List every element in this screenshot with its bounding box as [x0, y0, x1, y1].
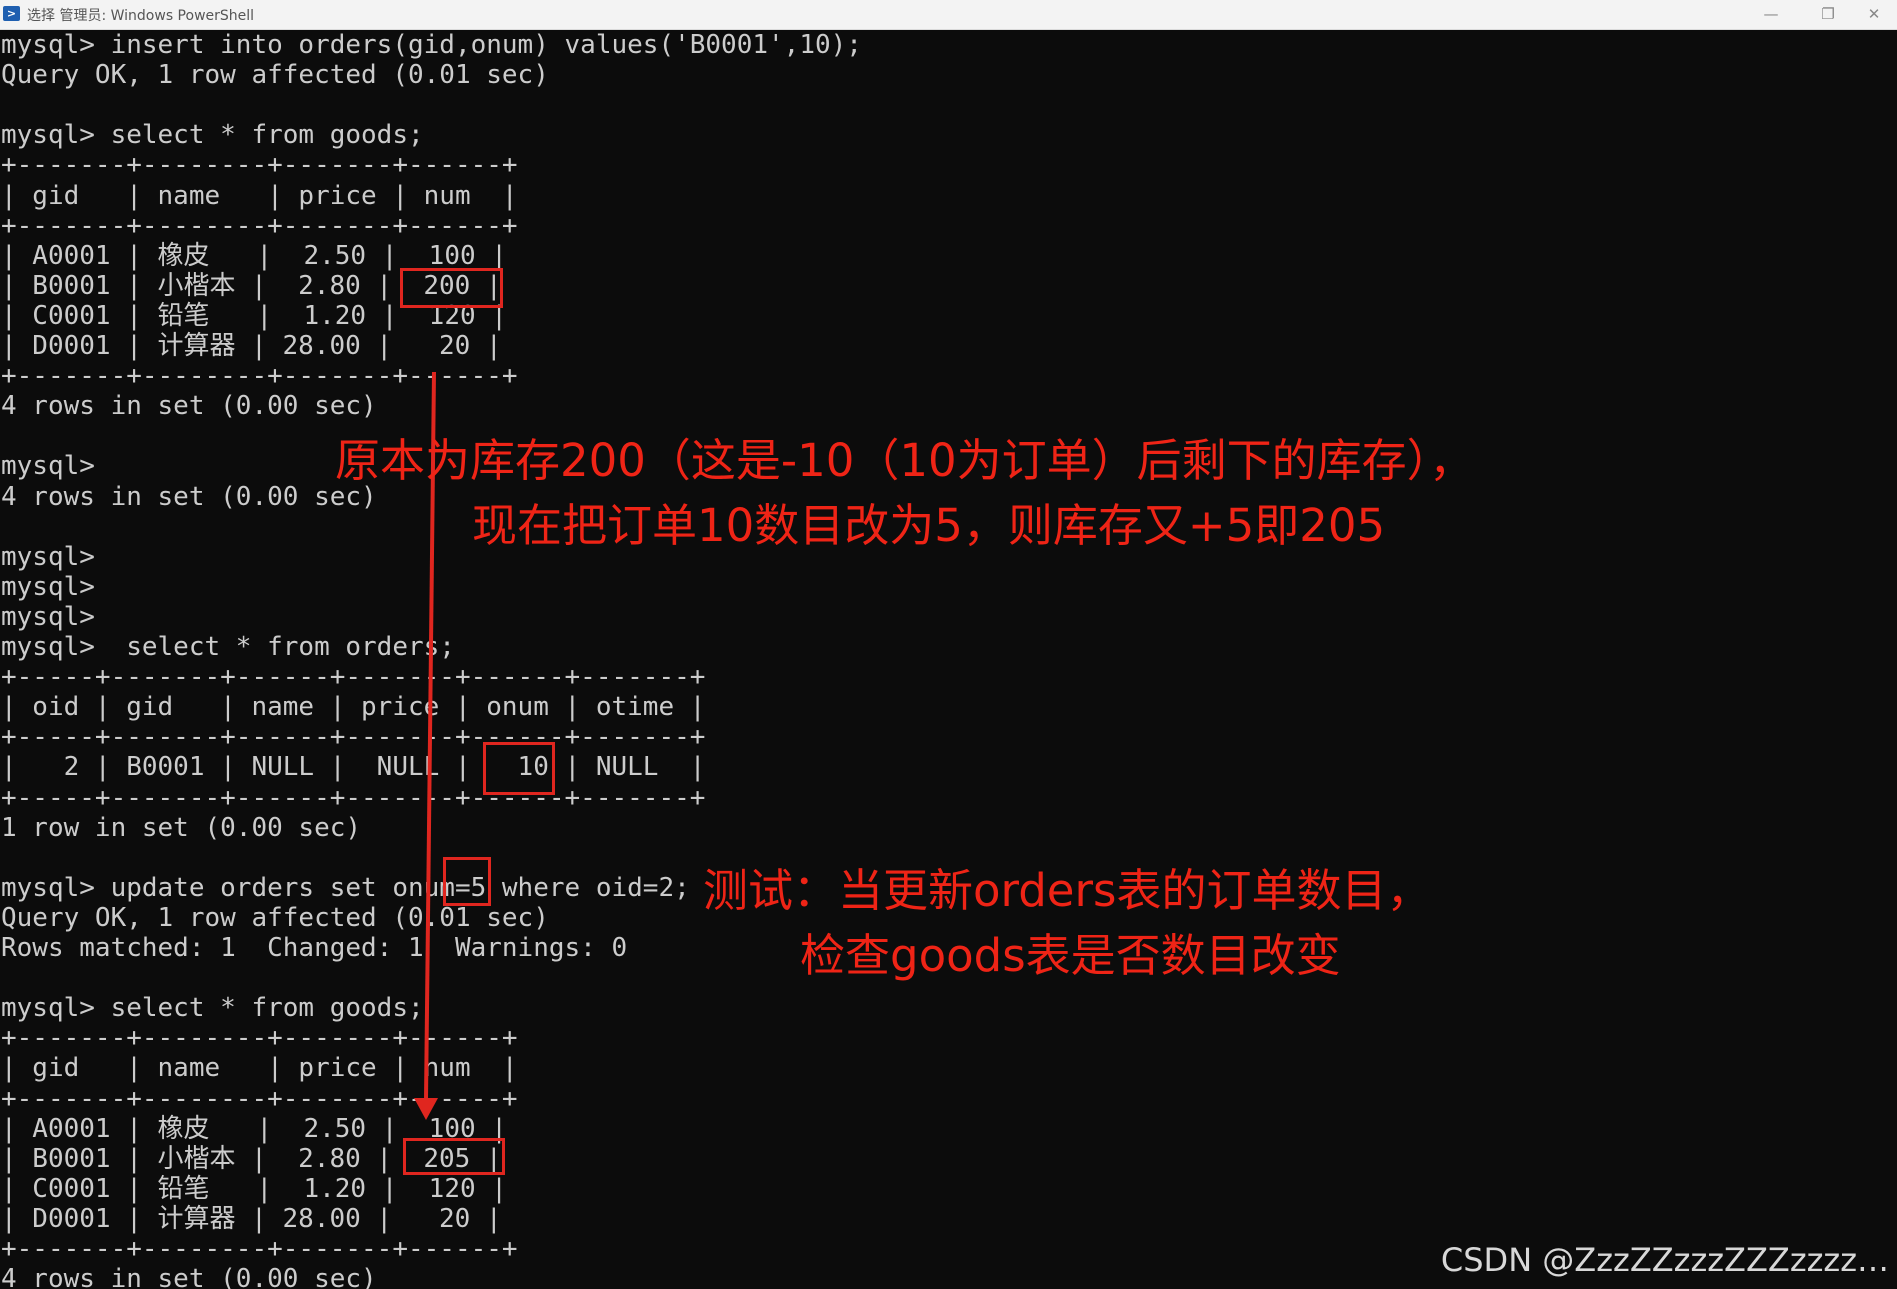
annotation-note-1-line-2: 现在把订单10数目改为5，则库存又+5即205: [472, 499, 1386, 552]
annotation-note-1-line-1: 原本为库存200（这是-10（10为订单）后剩下的库存），: [335, 434, 1475, 487]
red-arrow-icon: [414, 371, 438, 1120]
annotation-note-2-line-2: 检查goods表是否数目改变: [800, 929, 1341, 982]
annotation-note-2-line-1: 测试：当更新orders表的订单数目，: [703, 864, 1432, 917]
csdn-watermark: CSDN @ZzzZZzzzZZZzzzz…: [1440, 1241, 1889, 1279]
